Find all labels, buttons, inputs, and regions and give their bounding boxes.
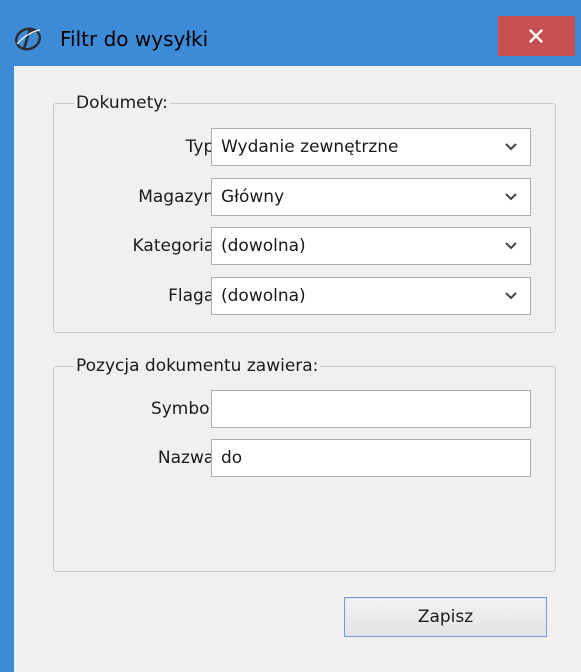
type-select-value: Wydanie zewnętrzne xyxy=(221,137,399,157)
symbol-label: Symbol: xyxy=(150,399,220,419)
warehouse-select-value: Główny xyxy=(221,187,285,207)
close-button[interactable] xyxy=(498,16,575,56)
chevron-down-icon xyxy=(505,242,517,250)
title-bar[interactable]: Filtr do wysyłki xyxy=(0,0,581,66)
position-group-legend: Pozycja dokumentu zawiera: xyxy=(74,355,321,377)
name-input[interactable] xyxy=(211,439,531,477)
position-group: Pozycja dokumentu zawiera: Symbol: Nazwa… xyxy=(53,355,556,572)
close-icon xyxy=(529,29,543,43)
type-select[interactable]: Wydanie zewnętrzne xyxy=(211,128,531,166)
flag-select-value: (dowolna) xyxy=(221,286,306,306)
warehouse-select[interactable]: Główny xyxy=(211,178,531,216)
category-select-value: (dowolna) xyxy=(221,236,306,256)
documents-group-legend: Dokumety: xyxy=(74,92,170,114)
save-button[interactable]: Zapisz xyxy=(344,597,547,637)
documents-group: Dokumety: Typ: Wydanie zewnętrzne Magazy… xyxy=(53,92,556,333)
flag-select[interactable]: (dowolna) xyxy=(211,277,531,315)
warehouse-label: Magazyn: xyxy=(138,187,220,207)
symbol-input[interactable] xyxy=(211,390,531,428)
category-select[interactable]: (dowolna) xyxy=(211,227,531,265)
dialog-window: Filtr do wysyłki Dokumety: Typ: Wydanie … xyxy=(0,0,581,672)
chevron-down-icon xyxy=(505,292,517,300)
chevron-down-icon xyxy=(505,143,517,151)
category-label: Kategoria: xyxy=(132,236,220,256)
app-logo-icon xyxy=(13,24,43,52)
chevron-down-icon xyxy=(505,193,517,201)
dialog-body: Dokumety: Typ: Wydanie zewnętrzne Magazy… xyxy=(14,66,581,672)
window-title: Filtr do wysyłki xyxy=(60,27,209,51)
